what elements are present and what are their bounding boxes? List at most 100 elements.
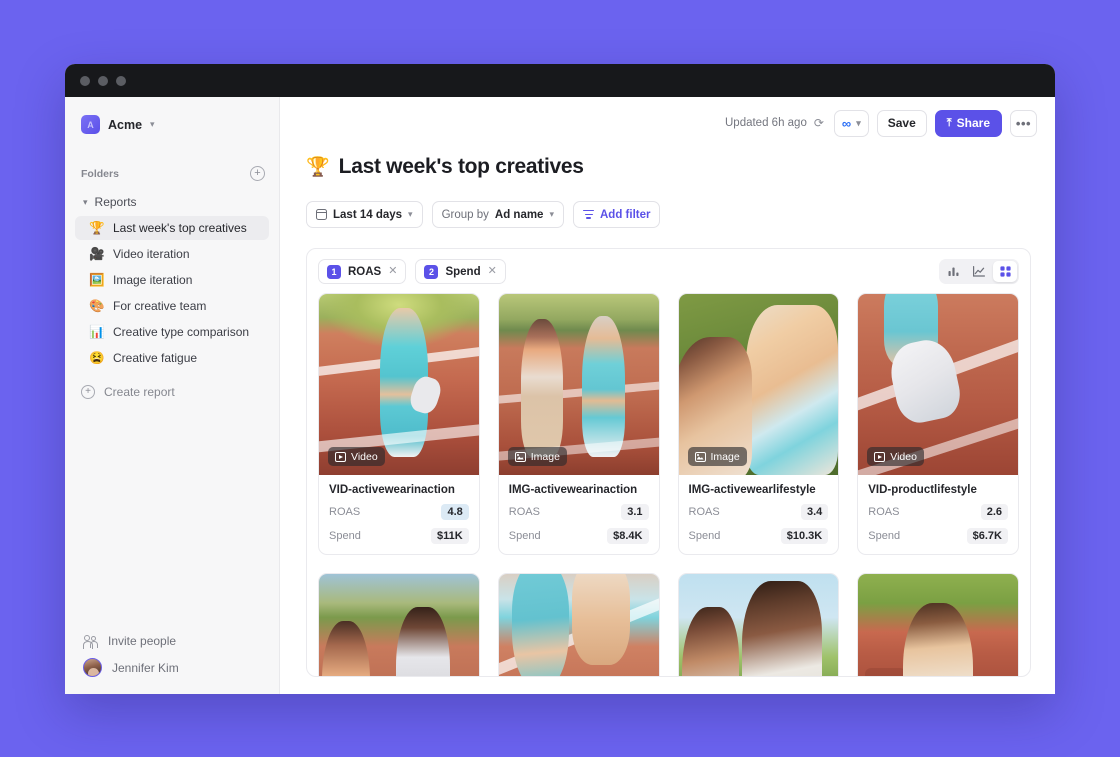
sidebar-item-last-weeks-top-creatives[interactable]: 🏆 Last week's top creatives	[75, 216, 269, 240]
bar-chart-view-button[interactable]	[941, 261, 965, 282]
metric-key: ROAS	[329, 506, 361, 518]
save-button[interactable]: Save	[876, 109, 927, 137]
metric-key: Spend	[688, 530, 721, 542]
sidebar-item-creative-type-comparison[interactable]: 📊 Creative type comparison	[75, 320, 269, 344]
sidebar-item-creative-fatigue[interactable]: 😫 Creative fatigue	[75, 346, 269, 370]
window-titlebar	[65, 64, 1055, 97]
tired-face-icon: 😫	[89, 350, 105, 365]
creative-card[interactable]	[677, 573, 840, 676]
close-icon[interactable]: ✕	[388, 266, 397, 277]
meta-account-selector[interactable]: ∞ ▾	[833, 109, 869, 137]
sidebar-item-label: For creative team	[113, 299, 207, 313]
invite-people-label: Invite people	[108, 634, 177, 648]
metric-row: ROAS 4.8	[329, 504, 469, 520]
creative-title: VID-activewearinaction	[329, 484, 455, 496]
invite-people-button[interactable]: Invite people	[75, 629, 269, 653]
folders-label: Folders	[81, 167, 119, 180]
sidebar-item-image-iteration[interactable]: 🖼️ Image iteration	[75, 268, 269, 292]
chevron-down-icon: ▾	[83, 196, 88, 207]
sidebar-group-label: Reports	[94, 195, 137, 209]
sidebar-footer: Invite people Jennifer Kim	[65, 629, 279, 682]
media-type-badge: Image	[507, 447, 567, 466]
photo-legs-closeup-teal-leggings	[498, 574, 659, 676]
metric-key: ROAS	[508, 506, 540, 518]
creative-card[interactable]: Video VID-productlifestyle ROAS 2.6 Spen…	[857, 293, 1019, 555]
sidebar-item-label: Creative fatigue	[113, 351, 198, 365]
media-type-badge: Image	[687, 447, 747, 466]
creative-card[interactable]: Image IMG-activewearlifestyle ROAS 3.4 S…	[677, 293, 840, 555]
workspace-name: Acme	[108, 117, 143, 132]
picture-icon: 🖼️	[89, 272, 105, 287]
save-label: Save	[887, 116, 916, 130]
grid-view-button[interactable]	[993, 261, 1017, 282]
create-report-label: Create report	[104, 385, 175, 399]
app-body: A Acme ▾ Folders + ▾ Reports 🏆 Last week…	[65, 97, 1055, 694]
ellipsis-icon: •••	[1015, 115, 1032, 131]
create-report-button[interactable]: + Create report	[75, 380, 269, 404]
add-filter-button[interactable]: Add filter	[573, 201, 661, 228]
sidebar-group-reports[interactable]: ▾ Reports	[79, 191, 269, 213]
current-user-button[interactable]: Jennifer Kim	[75, 653, 269, 682]
filter-icon	[583, 210, 594, 219]
creative-card[interactable]: Video VID-activewearinaction ROAS 4.8 Sp…	[318, 293, 480, 555]
creative-title: IMG-activewearlifestyle	[688, 484, 816, 496]
sidebar-item-for-creative-team[interactable]: 🎨 For creative team	[75, 294, 269, 318]
page-title: Last week's top creatives	[338, 155, 584, 178]
top-toolbar: Updated 6h ago ⟳ ∞ ▾ Save ⤒ Share •••	[280, 97, 1055, 149]
metric-chip-roas[interactable]: 1 ROAS ✕	[318, 259, 407, 284]
main-content: Updated 6h ago ⟳ ∞ ▾ Save ⤒ Share ••• 🏆 …	[280, 97, 1055, 694]
photo-woman-resting-on-track	[858, 574, 1018, 676]
media-type-label: Image	[710, 450, 740, 463]
refresh-icon[interactable]: ⟳	[814, 116, 824, 130]
line-chart-view-button[interactable]	[967, 261, 991, 282]
creative-card[interactable]: Image IMG-activewearinaction ROAS 3.1 Sp…	[497, 293, 660, 555]
creative-title: IMG-activewearinaction	[508, 484, 638, 496]
creatives-grid: Video VID-activewearinaction ROAS 4.8 Sp…	[307, 293, 1030, 676]
creative-thumbnail: Image	[498, 294, 659, 475]
play-icon	[335, 451, 346, 462]
metric-key: ROAS	[868, 506, 900, 518]
updated-status: Updated 6h ago	[725, 117, 807, 129]
panel-header: 1 ROAS ✕ 2 Spend ✕	[307, 249, 1030, 293]
line-chart-icon	[973, 266, 985, 277]
chevron-down-icon: ▾	[856, 117, 861, 128]
creative-title: VID-productlifestyle	[868, 484, 977, 496]
creatives-panel: 1 ROAS ✕ 2 Spend ✕ Video VID-activeweari…	[306, 248, 1031, 677]
creative-thumbnail: Video	[858, 294, 1018, 475]
more-options-button[interactable]: •••	[1010, 109, 1037, 137]
trophy-icon: 🏆	[306, 156, 330, 178]
creative-card[interactable]	[497, 573, 660, 676]
window-close-button[interactable]	[80, 75, 90, 86]
sidebar-item-label: Image iteration	[113, 273, 193, 287]
creative-thumbnail: Video	[319, 294, 479, 475]
window-minimize-button[interactable]	[98, 75, 108, 86]
report-controls: Last 14 days ▾ Group by Ad name ▾ Add fi…	[306, 201, 1031, 228]
metric-key: Spend	[329, 530, 361, 542]
creative-thumbnail	[858, 574, 1018, 676]
metric-value: $8.4K	[607, 528, 649, 544]
bar-chart-icon	[948, 267, 958, 276]
sidebar-item-label: Creative type comparison	[113, 325, 250, 339]
metric-chip-spend[interactable]: 2 Spend ✕	[415, 259, 506, 284]
add-folder-icon[interactable]: +	[250, 166, 265, 181]
date-range-selector[interactable]: Last 14 days ▾	[306, 201, 423, 228]
metric-value: $10.3K	[780, 528, 829, 544]
share-label: Share	[956, 116, 990, 130]
window-maximize-button[interactable]	[116, 75, 126, 86]
metric-key: Spend	[508, 530, 541, 542]
media-type-badge: Video	[867, 447, 924, 466]
close-icon[interactable]: ✕	[488, 266, 497, 277]
date-range-label: Last 14 days	[333, 208, 403, 221]
creative-card-body: IMG-activewearinaction ROAS 3.1 Spend $8…	[499, 475, 659, 554]
workspace-switcher[interactable]: A Acme ▾	[77, 111, 269, 138]
app-window: A Acme ▾ Folders + ▾ Reports 🏆 Last week…	[65, 64, 1055, 694]
sidebar-item-video-iteration[interactable]: 🎥 Video iteration	[75, 242, 269, 266]
add-filter-label: Add filter	[600, 208, 651, 221]
creative-card[interactable]	[857, 573, 1019, 676]
page-title-row: 🏆 Last week's top creatives	[306, 155, 1031, 179]
sidebar-item-label: Video iteration	[113, 247, 190, 261]
metric-row: ROAS 3.1	[509, 504, 649, 520]
creative-card[interactable]	[318, 573, 480, 676]
group-by-selector[interactable]: Group by Ad name ▾	[431, 201, 564, 228]
share-button[interactable]: ⤒ Share	[934, 109, 1002, 137]
